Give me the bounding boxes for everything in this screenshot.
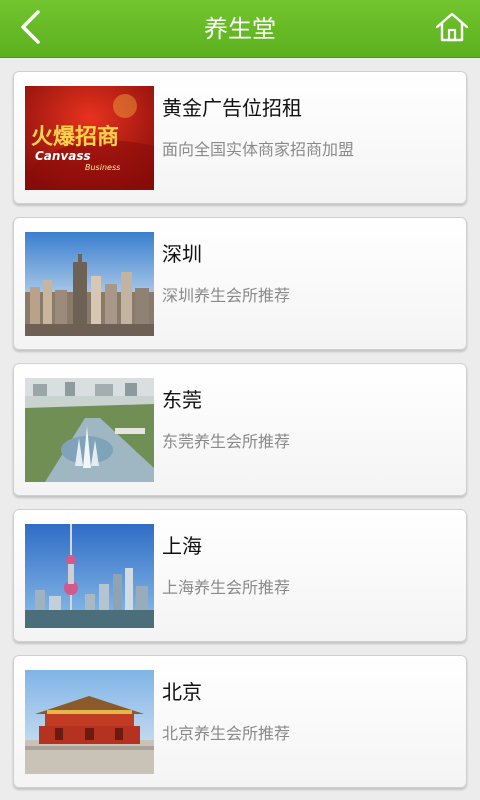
item-subtitle: 东莞养生会所推荐	[162, 432, 291, 451]
ad-thumbnail: 火爆招商 Canvass Business	[25, 86, 154, 190]
item-title: 深圳	[162, 242, 202, 266]
item-title: 东莞	[162, 388, 202, 412]
club-list: 火爆招商 Canvass Business 黄金广告位招租 面向全国实体商家招商…	[13, 71, 467, 800]
city-thumbnail	[25, 378, 154, 482]
svg-text:火爆招商: 火爆招商	[31, 124, 119, 150]
city-thumbnail	[25, 232, 154, 336]
list-item[interactable]: 上海 上海养生会所推荐	[13, 509, 467, 642]
svg-text:Business: Business	[85, 163, 120, 172]
item-subtitle: 上海养生会所推荐	[162, 578, 291, 597]
item-title: 黄金广告位招租	[162, 96, 302, 120]
city-thumbnail	[25, 670, 154, 774]
city-thumbnail	[25, 524, 154, 628]
list-item[interactable]: 北京 北京养生会所推荐	[13, 655, 467, 788]
list-item[interactable]: 火爆招商 Canvass Business 黄金广告位招租 面向全国实体商家招商…	[13, 71, 467, 204]
page-title: 养生堂	[204, 15, 276, 43]
item-title: 上海	[162, 534, 202, 558]
item-subtitle: 面向全国实体商家招商加盟	[162, 140, 355, 159]
top-bar: 养生堂	[0, 0, 480, 58]
home-button[interactable]	[434, 10, 470, 48]
svg-text:Canvass: Canvass	[35, 149, 91, 163]
list-item[interactable]: 东莞 东莞养生会所推荐	[13, 363, 467, 496]
list-item[interactable]: 深圳 深圳养生会所推荐	[13, 217, 467, 350]
item-subtitle: 深圳养生会所推荐	[162, 286, 291, 305]
home-icon	[435, 11, 469, 47]
item-subtitle: 北京养生会所推荐	[162, 724, 291, 743]
item-title: 北京	[162, 680, 202, 704]
